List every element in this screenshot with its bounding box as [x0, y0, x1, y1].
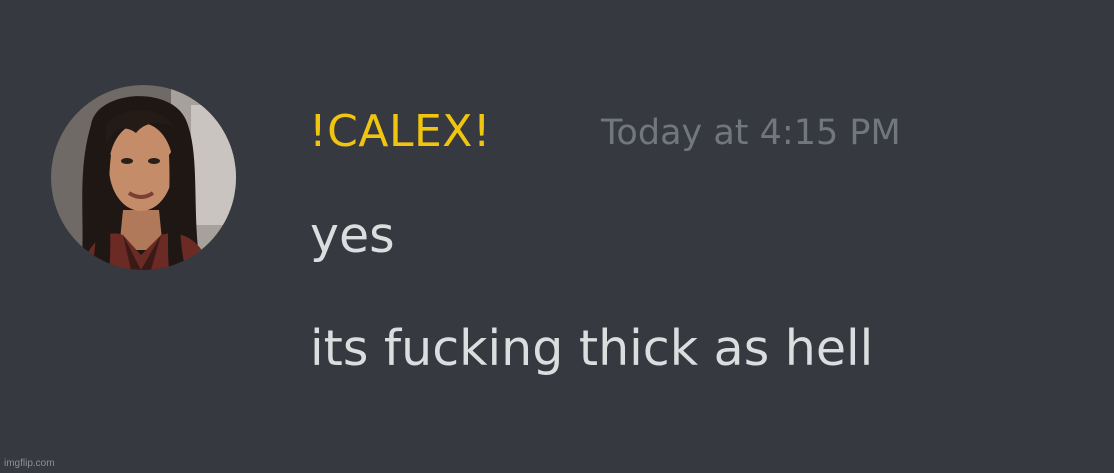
message-line: its fucking thick as hell [310, 320, 874, 377]
message-line: yes [310, 207, 395, 264]
avatar-image [51, 85, 236, 270]
user-avatar[interactable] [51, 85, 236, 270]
message-timestamp: Today at 4:15 PM [601, 113, 901, 153]
username[interactable]: !CALEX! [309, 102, 491, 162]
chat-message: !CALEX! Today at 4:15 PM yes its fucking… [0, 0, 1114, 473]
watermark: imgflip.com [4, 458, 55, 469]
